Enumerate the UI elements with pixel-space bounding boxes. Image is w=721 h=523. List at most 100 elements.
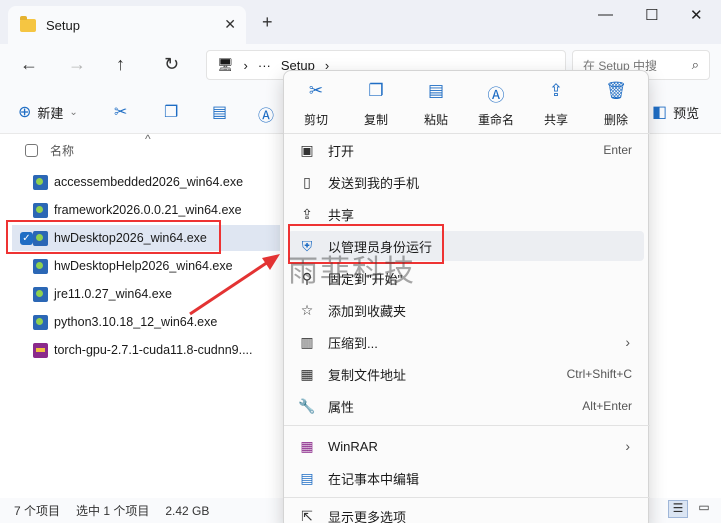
maximize-button[interactable]: ☐ <box>645 6 658 24</box>
refresh-button[interactable]: ↻ <box>164 54 179 75</box>
cut-label: 剪切 <box>303 113 328 127</box>
file-name: accessembedded2026_win64.exe <box>54 175 244 189</box>
menu-divider <box>284 497 650 498</box>
file-row[interactable]: accessembedded2026_win64.exe <box>12 169 280 195</box>
cut-icon[interactable]: ✂ <box>114 102 127 122</box>
minimize-button[interactable]: — <box>598 6 613 23</box>
menu-item-edit-in-notepad[interactable]: ▤ 在记事本中编辑 <box>288 463 644 493</box>
menu-item-label: 在记事本中编辑 <box>328 471 420 487</box>
watermark-text: 雨菲科技 <box>288 254 416 289</box>
name-column-header[interactable]: 名称 <box>50 142 74 159</box>
title-bar: Setup ✕ + — ☐ ✕ <box>0 0 721 44</box>
paste-icon[interactable]: ▤ <box>212 102 227 122</box>
tiles-view-icon[interactable]: ▭ <box>694 500 714 518</box>
path-icon: ▦ <box>300 365 314 382</box>
selected-size: 2.42 GB <box>165 503 210 518</box>
breadcrumb-separator[interactable]: › <box>244 58 248 73</box>
menu-item-winrar[interactable]: ▦ WinRAR › <box>288 431 644 461</box>
chevron-right-icon: › <box>625 334 630 350</box>
preview-pane-icon: ◧ <box>652 104 668 121</box>
rename-icon: Ⓐ <box>487 86 505 105</box>
exe-file-icon <box>33 314 48 330</box>
exe-file-icon <box>33 174 48 190</box>
back-button[interactable]: ← <box>20 54 38 75</box>
rename-icon[interactable]: Ⓐ <box>258 102 274 126</box>
menu-item-send-to-phone[interactable]: ▯ 发送到我的手机 <box>288 167 644 197</box>
new-tab-button[interactable]: + <box>262 12 273 33</box>
open-icon: ▣ <box>300 141 314 158</box>
menu-divider <box>284 133 650 134</box>
menu-item-copy-path[interactable]: ▦ 复制文件地址 Ctrl+Shift+C <box>288 359 644 389</box>
new-button[interactable]: ⊕ 新建 ⌄ <box>18 102 78 122</box>
chevron-down-icon: ⌄ <box>69 106 78 118</box>
share-action[interactable]: ⇪ 共享 <box>528 81 584 128</box>
folder-icon <box>20 15 36 32</box>
copy-label: 复制 <box>363 113 388 127</box>
close-tab-button[interactable]: ✕ <box>224 16 236 33</box>
file-row[interactable]: torch-gpu-2.7.1-cuda11.8-cudnn9.... <box>12 337 280 363</box>
exe-file-icon <box>33 286 48 302</box>
item-count: 7 个项目 <box>14 504 61 518</box>
file-name: hwDesktopHelp2026_win64.exe <box>54 259 233 273</box>
forward-button[interactable]: → <box>68 54 86 75</box>
rename-action[interactable]: Ⓐ 重命名 <box>468 81 524 128</box>
menu-item-shortcut: Ctrl+Shift+C <box>566 367 632 381</box>
delete-action[interactable]: 🗑 删除 <box>588 81 644 128</box>
menu-item-show-more-options[interactable]: ⇱ 显示更多选项 <box>288 501 644 523</box>
menu-item-add-to-favorites[interactable]: ☆ 添加到收藏夹 <box>288 295 644 325</box>
list-header: 名称 ^ <box>0 132 280 162</box>
breadcrumb-ellipsis[interactable]: ··· <box>258 58 271 73</box>
archive-icon: ▥ <box>300 333 314 350</box>
winrar-icon: ▦ <box>300 437 314 454</box>
file-row[interactable]: python3.10.18_12_win64.exe <box>12 309 280 335</box>
menu-item-label: WinRAR <box>328 438 378 454</box>
file-name: torch-gpu-2.7.1-cuda11.8-cudnn9.... <box>54 343 253 357</box>
notepad-icon: ▤ <box>300 469 314 486</box>
new-label: 新建 <box>37 105 64 121</box>
rename-label: 重命名 <box>477 113 514 127</box>
tab-title: Setup <box>46 17 80 33</box>
menu-item-shortcut: Enter <box>603 143 632 157</box>
context-menu: ✂ 剪切 ❐ 复制 ▤ 粘贴 Ⓐ 重命名 ⇪ 共享 🗑 删除 ▣ 打开 Ente… <box>283 70 650 523</box>
menu-item-label: 复制文件地址 <box>328 367 407 383</box>
select-all-checkbox[interactable] <box>25 143 38 157</box>
menu-item-label: 打开 <box>328 143 355 159</box>
menu-divider <box>284 425 650 426</box>
close-window-button[interactable]: ✕ <box>690 6 703 24</box>
exe-file-icon <box>33 258 48 274</box>
scissors-icon: ✂ <box>308 81 324 100</box>
menu-item-label: 共享 <box>328 207 355 223</box>
wrench-icon: 🔧 <box>298 397 316 414</box>
paste-icon: ▤ <box>427 81 445 100</box>
file-row[interactable]: jre11.0.27_win64.exe <box>12 281 280 307</box>
menu-item-properties[interactable]: 🔧 属性 Alt+Enter <box>288 391 644 421</box>
plus-circle-icon: ⊕ <box>18 104 32 121</box>
tab-setup[interactable]: Setup ✕ <box>8 6 246 44</box>
file-row[interactable]: hwDesktopHelp2026_win64.exe <box>12 253 280 279</box>
menu-item-shortcut: Alt+Enter <box>582 399 632 413</box>
menu-item-open[interactable]: ▣ 打开 Enter <box>288 135 644 165</box>
cut-action[interactable]: ✂ 剪切 <box>288 81 344 128</box>
paste-label: 粘贴 <box>423 113 448 127</box>
selected-count: 选中 1 个项目 <box>76 504 150 518</box>
phone-icon: ▯ <box>303 173 311 190</box>
copy-icon[interactable]: ❐ <box>164 102 178 122</box>
menu-item-label: 发送到我的手机 <box>328 175 420 191</box>
preview-button[interactable]: ◧ 预览 <box>652 102 699 122</box>
exe-file-icon <box>33 202 48 218</box>
star-icon: ☆ <box>300 301 314 318</box>
details-view-icon[interactable]: ☰ <box>668 500 688 518</box>
rar-file-icon <box>33 342 48 358</box>
menu-item-label: 显示更多选项 <box>328 509 407 523</box>
paste-action[interactable]: ▤ 粘贴 <box>408 81 464 128</box>
share-label: 共享 <box>543 113 568 127</box>
menu-item-compress[interactable]: ▥ 压缩到... › <box>288 327 644 357</box>
search-icon: ⌕ <box>691 57 699 72</box>
file-name: framework2026.0.0.21_win64.exe <box>54 203 242 217</box>
up-button[interactable]: ↑ <box>116 54 125 75</box>
menu-item-label: 属性 <box>328 399 355 415</box>
copy-action[interactable]: ❐ 复制 <box>348 81 404 128</box>
file-name: jre11.0.27_win64.exe <box>54 287 172 301</box>
trash-icon: 🗑 <box>605 81 627 100</box>
chevron-right-icon: › <box>625 438 630 454</box>
